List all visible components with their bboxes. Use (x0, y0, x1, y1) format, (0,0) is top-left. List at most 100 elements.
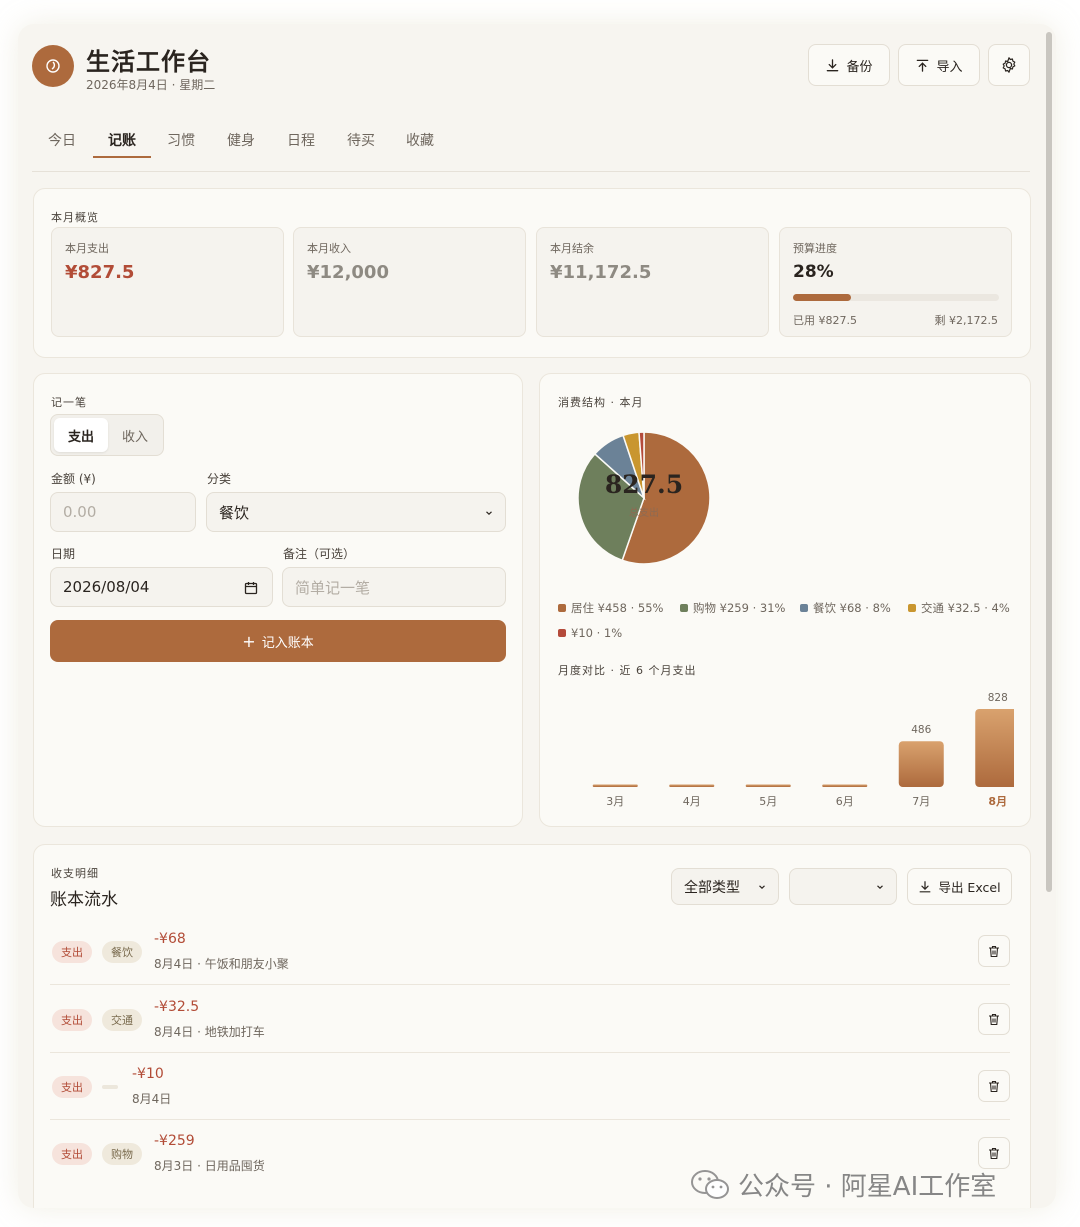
scrollbar-thumb[interactable] (1046, 32, 1052, 892)
legend-swatch (558, 629, 566, 637)
category-value: 餐饮 (219, 503, 250, 522)
income-value: ¥12,000 (307, 262, 389, 283)
bar-5月[interactable] (745, 784, 791, 788)
month-filter-select[interactable] (789, 868, 897, 905)
type-income-option[interactable]: 收入 (108, 418, 162, 452)
delete-button[interactable] (978, 1070, 1010, 1102)
form-label: 记一笔 (51, 396, 87, 409)
import-button[interactable]: 导入 (898, 44, 980, 86)
tab-ledger[interactable]: 记账 (108, 130, 136, 150)
type-filter-select[interactable]: 全部类型 (671, 868, 779, 905)
bar-value-label: 486 (911, 724, 931, 736)
download-icon (827, 58, 839, 71)
delete-button[interactable] (978, 935, 1010, 967)
chevron-down-icon (486, 511, 492, 516)
legend-label: 交通 ¥32.5 · 4% (921, 601, 1010, 615)
watermark: 公众号 · 阿星AI工作室 (690, 1166, 996, 1203)
submit-label: 记入账本 (261, 635, 314, 651)
budget-used: 已用 ¥827.5 (793, 314, 857, 327)
amount-label: 金额 (¥) (51, 472, 96, 486)
note-label: 备注（可选） (283, 547, 356, 561)
expense-label: 本月支出 (65, 242, 109, 255)
monthly-label: 月度对比 · 近 6 个月支出 (558, 664, 697, 677)
legend-item: 交通 ¥32.5 · 4% (908, 600, 1010, 616)
date-input[interactable]: 2026/08/04 (50, 567, 273, 607)
bar-4月[interactable] (669, 784, 715, 788)
upload-icon (917, 59, 929, 72)
bar-8月[interactable] (975, 709, 1014, 787)
legend-label: 餐饮 ¥68 · 8% (813, 601, 891, 615)
app-date: 2026年8月4日 · 星期二 (86, 78, 216, 92)
delete-button[interactable] (978, 1003, 1010, 1035)
category-select[interactable]: 餐饮 (206, 492, 506, 532)
scrollbar[interactable] (1046, 30, 1054, 1200)
pie-center-value: 827.5 (604, 470, 684, 499)
settings-button[interactable] (988, 44, 1030, 86)
tab-shopping[interactable]: 待买 (347, 130, 375, 150)
type-badge: 支出 (52, 1076, 92, 1098)
backup-button[interactable]: 备份 (808, 44, 890, 86)
detail-title: 账本流水 (50, 890, 118, 910)
bar-category-label: 6月 (836, 795, 854, 808)
row-amount: -¥32.5 (154, 999, 200, 1015)
calendar-icon[interactable] (244, 581, 258, 595)
delete-button[interactable] (978, 1137, 1010, 1169)
date-label: 日期 (51, 547, 76, 561)
legend-item: 购物 ¥259 · 31% (680, 600, 785, 616)
chevron-down-icon (759, 885, 765, 890)
download-icon (920, 880, 931, 892)
monthly-bar-chart: 3月 4月 5月 6月 486 7月 828 8月 (592, 692, 1014, 808)
balance-stat: 本月结余 ¥11,172.5 (536, 227, 769, 337)
trash-icon (989, 1147, 999, 1159)
legend-swatch (908, 604, 916, 612)
tab-fitness[interactable]: 健身 (227, 130, 255, 150)
trash-icon (989, 1013, 999, 1025)
transaction-row: 支出 餐饮 -¥68 8月4日 · 午饭和朋友小聚 (50, 917, 1010, 985)
balance-label: 本月结余 (550, 242, 594, 255)
type-badge: 支出 (52, 1143, 92, 1165)
export-excel-button[interactable]: 导出 Excel (907, 868, 1012, 905)
type-expense-option[interactable]: 支出 (54, 418, 108, 452)
tab-habits[interactable]: 习惯 (167, 130, 195, 150)
transaction-row: 支出 -¥10 8月4日 (50, 1052, 1010, 1120)
app-logo (32, 45, 74, 87)
overview-label: 本月概览 (51, 211, 99, 224)
tab-today[interactable]: 今日 (48, 130, 76, 150)
detail-label: 收支明细 (51, 867, 99, 880)
row-description: 8月4日 · 午饭和朋友小聚 (154, 957, 289, 971)
gear-icon (1002, 57, 1016, 73)
chevron-down-icon (877, 885, 883, 890)
bar-6月[interactable] (822, 784, 868, 788)
export-label: 导出 Excel (938, 880, 1001, 895)
category-badge: 餐饮 (102, 941, 142, 963)
legend-item: 餐饮 ¥68 · 8% (800, 600, 891, 616)
income-stat: 本月收入 ¥12,000 (293, 227, 526, 337)
tab-schedule[interactable]: 日程 (287, 130, 315, 150)
type-filter-value: 全部类型 (684, 879, 740, 896)
bar-category-label: 7月 (912, 795, 930, 808)
structure-label: 消费结构 · 本月 (558, 396, 644, 409)
tab-favorites[interactable]: 收藏 (406, 130, 434, 150)
row-amount: -¥259 (154, 1133, 195, 1149)
legend-label: 居住 ¥458 · 55% (571, 601, 664, 615)
legend-swatch (680, 604, 688, 612)
bar-3月[interactable] (592, 784, 638, 788)
row-description: 8月4日 (132, 1092, 172, 1106)
bar-7月[interactable] (898, 741, 944, 787)
category-badge: 购物 (102, 1143, 142, 1165)
legend-item: 居住 ¥458 · 55% (558, 600, 663, 616)
nav-tabs: 今日 记账 习惯 健身 日程 待买 收藏 (32, 120, 1030, 172)
transaction-row: 支出 交通 -¥32.5 8月4日 · 地铁加打车 (50, 985, 1010, 1053)
trash-icon (989, 1080, 999, 1092)
import-label: 导入 (936, 59, 963, 75)
note-input[interactable]: 简单记一笔 (282, 567, 506, 607)
transactions-card: 收支明细 账本流水 全部类型 导出 Excel 支出 餐饮 -¥68 8月4日 … (33, 844, 1031, 1208)
type-badge: 支出 (52, 1009, 92, 1031)
app-window: 生活工作台 2026年8月4日 · 星期二 备份 导入 今日 记账 习惯 健身 … (18, 24, 1056, 1208)
row-description: 8月4日 · 地铁加打车 (154, 1025, 265, 1039)
amount-input[interactable]: 0.00 (50, 492, 196, 532)
budget-stat: 预算进度 28% 已用 ¥827.5 剩 ¥2,172.5 (779, 227, 1012, 337)
app-title: 生活工作台 (86, 48, 211, 76)
row-description: 8月3日 · 日用品囤货 (154, 1159, 265, 1173)
submit-entry-button[interactable]: + 记入账本 (50, 620, 506, 662)
